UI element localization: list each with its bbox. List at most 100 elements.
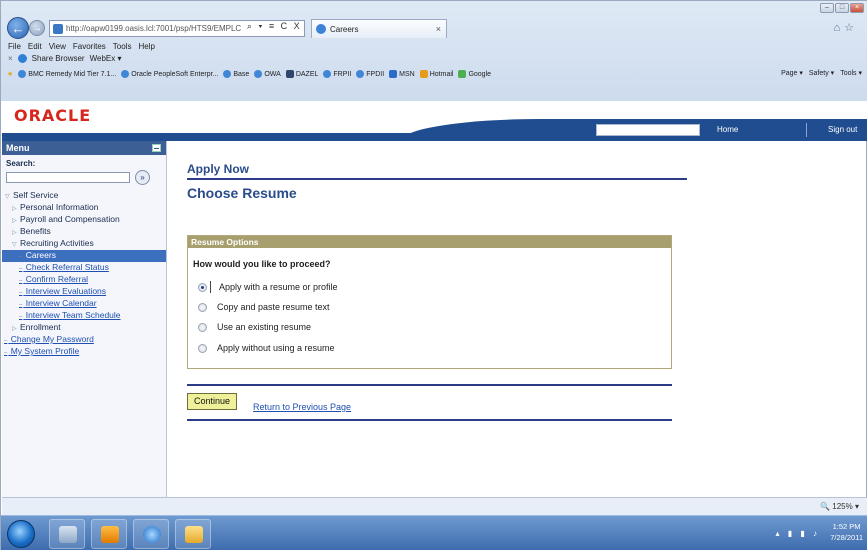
start-button[interactable]	[7, 520, 35, 548]
header-search-input[interactable]	[596, 124, 700, 136]
favorite-icon	[223, 70, 232, 78]
menu-item-confirm-referral[interactable]: – Confirm Referral	[2, 274, 166, 286]
command-bar: Page ▾ Safety ▾ Tools ▾	[781, 69, 862, 77]
menu-item-label: Benefits	[20, 226, 51, 236]
oracle-logo: ORACLE	[14, 106, 92, 125]
menu-header: Menu	[2, 141, 166, 155]
resume-option[interactable]: Apply with a resume or profile	[198, 281, 338, 293]
clock[interactable]: 1:52 PM 7/28/2011	[830, 521, 863, 543]
folder-taskbar-button[interactable]	[175, 519, 211, 549]
zoom-level[interactable]: 🔍 125% ▾	[820, 502, 859, 511]
favorite-link[interactable]: FPDII	[356, 70, 384, 78]
resume-option[interactable]: Apply without using a resume	[198, 343, 335, 353]
resume-option[interactable]: Copy and paste resume text	[198, 302, 330, 312]
menu-item-label: Change My Password	[10, 334, 94, 344]
minimize-button[interactable]: –	[820, 3, 834, 13]
tab-title: Careers	[330, 24, 359, 34]
menu-item-marker: ▷	[12, 326, 17, 332]
menu-item-careers[interactable]: – Careers	[2, 250, 166, 262]
return-to-previous-page-link[interactable]: Return to Previous Page	[253, 402, 351, 412]
close-window-button[interactable]: ×	[850, 3, 864, 13]
maximize-button[interactable]: □	[835, 3, 849, 13]
divider	[187, 384, 672, 386]
menu-tools[interactable]: Tools	[113, 42, 132, 51]
resume-option-label: Apply with a resume or profile	[219, 282, 338, 292]
outlook-icon	[101, 526, 119, 543]
favorite-link[interactable]: Google	[458, 70, 491, 78]
favorite-link[interactable]: Oracle PeopleSoft Enterpr...	[121, 70, 218, 78]
command-tools[interactable]: Tools ▾	[840, 69, 862, 77]
menu-item-enrollment[interactable]: ▷ Enrollment	[2, 322, 166, 334]
zoom-value: 125%	[832, 502, 853, 511]
share-browser-button[interactable]: Share Browser	[32, 54, 85, 63]
favorite-icon	[18, 70, 27, 78]
forward-arrow-icon[interactable]: →	[29, 20, 45, 36]
command-safety[interactable]: Safety ▾	[809, 69, 834, 77]
explorer-icon	[59, 526, 77, 543]
menu-help[interactable]: Help	[138, 42, 154, 51]
menu-item-self-service[interactable]: ▽ Self Service	[2, 190, 166, 202]
favorite-label: OWA	[264, 70, 281, 78]
back-arrow-icon[interactable]: ←	[7, 17, 29, 39]
favorite-label: Oracle PeopleSoft Enterpr...	[131, 70, 219, 78]
menu-item-interview-evaluations[interactable]: – Interview Evaluations	[2, 286, 166, 298]
radio-button[interactable]	[198, 322, 207, 332]
internet-explorer-icon	[143, 526, 161, 543]
menu-search-input[interactable]	[6, 172, 130, 183]
favorite-link[interactable]: Hotmail	[419, 70, 453, 78]
menu-item-payroll-and-compensation[interactable]: ▷ Payroll and Compensation	[2, 214, 166, 226]
tab-careers[interactable]: Careers ×	[311, 19, 447, 38]
outlook-taskbar-button[interactable]	[91, 519, 127, 549]
menu-item-change-my-password[interactable]: – Change My Password	[2, 334, 166, 346]
search-go-icon[interactable]: »	[135, 170, 150, 185]
favorite-link[interactable]: MSN	[389, 70, 415, 78]
ie-taskbar-button[interactable]	[133, 519, 169, 549]
favorite-icon	[389, 70, 398, 78]
tab-close-icon[interactable]: ×	[436, 24, 441, 34]
menu-item-recruiting-activities[interactable]: ▽ Recruiting Activities	[2, 238, 166, 250]
menu-favorites[interactable]: Favorites	[73, 42, 106, 51]
radio-button[interactable]	[198, 282, 207, 292]
header-bar	[2, 133, 867, 141]
continue-button[interactable]: Continue	[187, 393, 238, 410]
chevron-down-icon: ▾	[854, 502, 859, 511]
page-breadcrumb: Apply Now	[187, 162, 249, 176]
menu-tree: ▽ Self Service ▷ Personal Information ▷ Pa…	[2, 190, 166, 358]
menu-item-label: Check Referral Status	[25, 262, 109, 272]
home-link[interactable]: Home	[717, 125, 738, 134]
menu-item-interview-calendar[interactable]: – Interview Calendar	[2, 298, 166, 310]
system-tray-icons[interactable]: ▴ ▮ ▮ ♪	[776, 529, 821, 538]
radio-button[interactable]	[198, 343, 207, 353]
menu-item-label: Enrollment	[20, 322, 61, 332]
menu-file[interactable]: File	[8, 42, 21, 51]
menu-item-my-system-profile[interactable]: – My System Profile	[2, 346, 166, 358]
share-browser-icon	[17, 54, 27, 63]
menu-item-marker: ▽	[12, 242, 17, 248]
favorite-link[interactable]: DAZEL	[285, 70, 318, 78]
home-star-icons[interactable]: ⌂☆	[833, 21, 858, 34]
menu-edit[interactable]: Edit	[28, 42, 42, 51]
favorite-link[interactable]: BMC Remedy Mid Tier 7.1...	[18, 70, 116, 78]
menu-item-label: Confirm Referral	[25, 274, 89, 284]
webex-button[interactable]: WebEx ▾	[90, 54, 122, 63]
favorite-link[interactable]: Base	[223, 70, 249, 78]
collapse-menu-icon[interactable]	[152, 144, 161, 152]
favorite-label: BMC Remedy Mid Tier 7.1...	[28, 70, 117, 78]
menu-view[interactable]: View	[49, 42, 66, 51]
menu-search-row: »	[2, 170, 166, 188]
menu-item-personal-information[interactable]: ▷ Personal Information	[2, 202, 166, 214]
favorite-link[interactable]: FRPII	[323, 70, 351, 78]
favorites-star-icon[interactable]: ★	[7, 70, 13, 78]
radio-button[interactable]	[198, 302, 207, 312]
command-page[interactable]: Page ▾	[781, 69, 803, 77]
window-controls: – □ ×	[820, 3, 864, 13]
resume-option[interactable]: Use an existing resume	[198, 322, 311, 332]
address-tools[interactable]: ⌕ ▾ ≡ C X	[247, 21, 302, 32]
explorer-taskbar-button[interactable]	[49, 519, 85, 549]
close-toolbar-icon[interactable]: ×	[8, 54, 13, 63]
menu-item-benefits[interactable]: ▷ Benefits	[2, 226, 166, 238]
menu-item-interview-team-schedule[interactable]: – Interview Team Schedule	[2, 310, 166, 322]
favorite-link[interactable]: OWA	[254, 70, 281, 78]
menu-item-check-referral-status[interactable]: – Check Referral Status	[2, 262, 166, 274]
sign-out-link[interactable]: Sign out	[828, 125, 857, 134]
